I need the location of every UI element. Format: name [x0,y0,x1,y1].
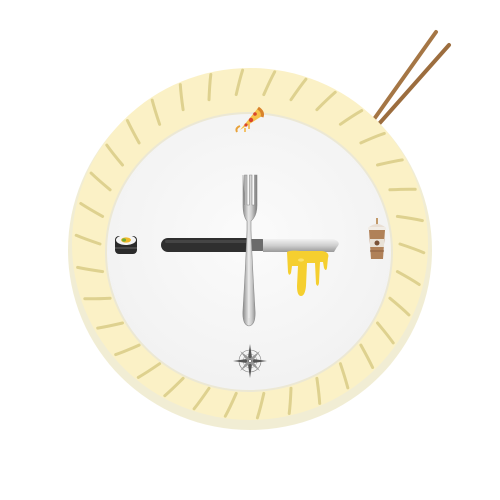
clock-svg [68,30,451,430]
rim-groove [83,296,112,301]
rim-groove [287,386,293,415]
rim-groove [207,73,213,102]
second-hand-black-bar [161,238,253,252]
rim-groove [388,187,417,192]
chopsticks-icon [370,30,451,127]
food-clock [0,0,500,500]
sushi-roll-icon [115,235,137,254]
